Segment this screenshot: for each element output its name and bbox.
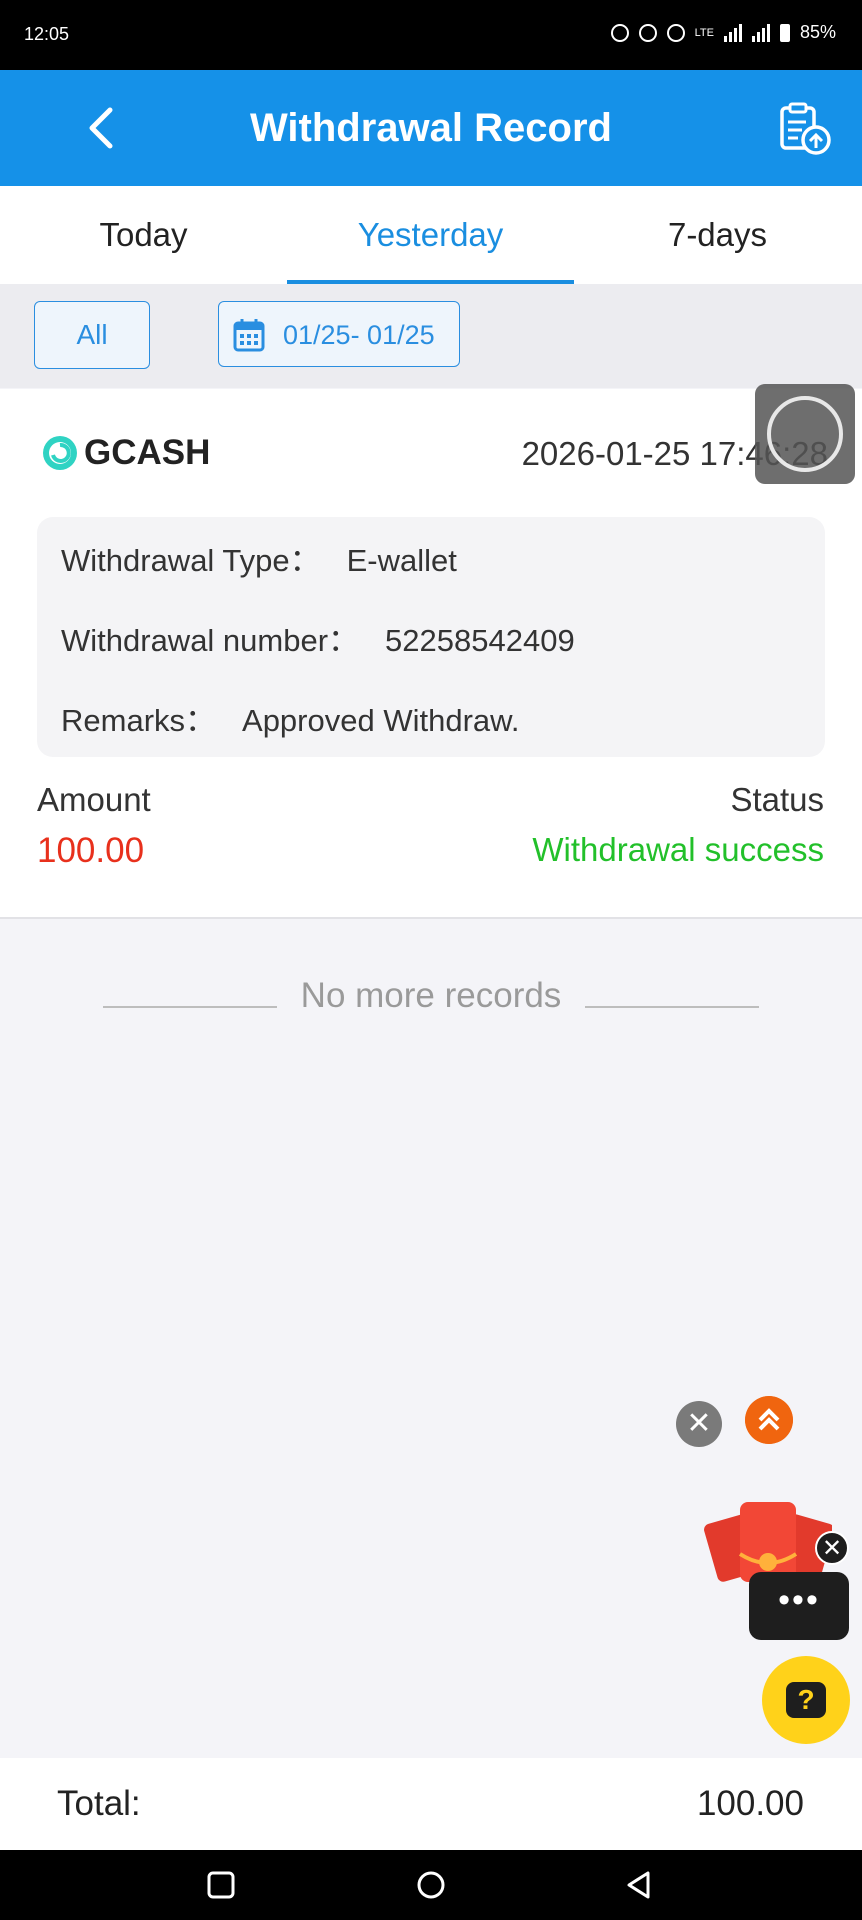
tab-today[interactable]: Today (0, 186, 287, 284)
red-envelope-close-button[interactable]: ✕ (815, 1531, 849, 1565)
gcash-logo-icon (43, 436, 77, 470)
status-time: 12:05 (24, 24, 70, 44)
more-options-button[interactable]: ••• (749, 1572, 849, 1640)
dnd-icon (666, 23, 685, 42)
floating-screen-record-button[interactable] (755, 384, 855, 484)
signal-2-icon (751, 23, 770, 42)
status-label: Status (730, 781, 824, 818)
record-details: Withdrawal Type： E-wallet Withdrawal numb… (37, 517, 825, 757)
status-icons: LTE 85% (610, 22, 836, 43)
system-nav-bar (0, 1850, 862, 1920)
amount-label: Amount (37, 781, 151, 818)
remarks-row: Remarks： Approved Withdraw. (61, 695, 519, 740)
no-more-records-text: No more records (300, 976, 562, 1015)
close-float-button[interactable]: ✕ (676, 1401, 722, 1447)
date-tabs: Today Yesterday 7-days (0, 186, 862, 284)
help-button[interactable]: ? (762, 1656, 850, 1744)
all-filter-button[interactable]: All (34, 301, 150, 369)
withdrawal-number-label: Withdrawal number： (61, 623, 360, 658)
date-range-label: 01/25- 01/25 (283, 320, 435, 350)
battery-level: 85% (799, 22, 836, 42)
divider-left (103, 1006, 277, 1008)
filter-bar: All 01/25- 01/25 (0, 284, 862, 388)
status-bar: 12:05 LTE 85% (0, 0, 862, 70)
withdrawal-record-card[interactable]: GCASH 2026-01-25 17:46:28 Withdrawal Typ… (0, 389, 862, 919)
withdrawal-number-row: Withdrawal number： 52258542409 (61, 615, 575, 660)
scroll-to-top-button[interactable] (745, 1396, 793, 1444)
sync-icon (610, 23, 629, 42)
withdrawal-number-value: 52258542409 (385, 623, 575, 658)
date-range-button[interactable]: 01/25- 01/25 (218, 301, 460, 367)
signal-icon (723, 23, 742, 42)
total-bar: Total: 100.00 (0, 1758, 862, 1850)
recent-apps-button[interactable] (204, 1868, 238, 1902)
clipboard-upload-icon[interactable] (776, 100, 832, 156)
network-type: LTE (694, 26, 714, 39)
withdrawal-type-label: Withdrawal Type： (61, 543, 321, 578)
total-label: Total: (57, 1784, 141, 1823)
battery-icon (779, 23, 790, 42)
withdrawal-type-value: E-wallet (346, 543, 457, 578)
record-ring-icon (767, 396, 843, 472)
remarks-value: Approved Withdraw. (242, 703, 520, 738)
back-nav-button[interactable] (622, 1868, 656, 1902)
app-header: Withdrawal Record (0, 70, 862, 186)
divider-right (585, 1006, 759, 1008)
status-value: Withdrawal success (532, 831, 824, 868)
tab-yesterday[interactable]: Yesterday (287, 186, 574, 284)
silent-icon (638, 23, 657, 42)
home-button[interactable] (414, 1868, 448, 1902)
page-title: Withdrawal Record (250, 106, 612, 150)
help-icon: ? (786, 1682, 826, 1718)
calendar-icon (233, 319, 265, 352)
remarks-label: Remarks： (61, 703, 217, 738)
total-value: 100.00 (696, 1784, 804, 1823)
list-end-indicator: No more records (0, 976, 862, 1016)
amount-value: 100.00 (37, 831, 145, 870)
channel-name: GCASH (84, 433, 211, 472)
tab-7-days[interactable]: 7-days (574, 186, 861, 284)
withdrawal-type-row: Withdrawal Type： E-wallet (61, 535, 457, 580)
